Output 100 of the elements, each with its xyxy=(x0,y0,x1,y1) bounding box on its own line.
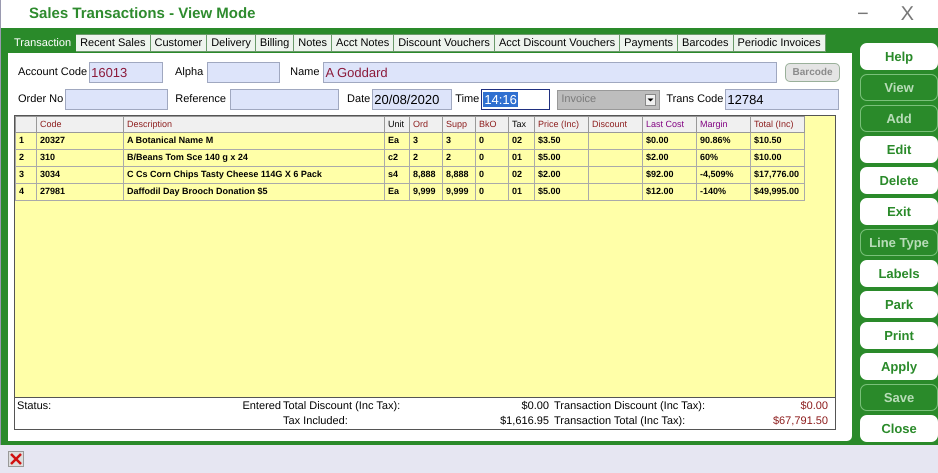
table-cell: 9,999 xyxy=(410,184,442,200)
side-button[interactable]: Exit xyxy=(860,198,938,225)
order-no-field[interactable] xyxy=(65,89,168,110)
table-cell: A Botanical Name M xyxy=(124,132,384,150)
tab[interactable]: Billing xyxy=(256,34,294,52)
table-cell: $10.50 xyxy=(750,132,804,150)
side-button[interactable]: Delete xyxy=(860,167,938,194)
table-cell: Ea xyxy=(384,132,410,150)
side-button[interactable]: Labels xyxy=(860,260,938,287)
table-cell: 0 xyxy=(476,132,508,150)
transaction-discount-value: $0.00 xyxy=(799,399,828,414)
date-field[interactable]: 20/08/2020 xyxy=(372,89,452,110)
tab[interactable]: Periodic Invoices xyxy=(734,34,826,52)
tab[interactable]: Barcodes xyxy=(678,34,734,52)
table-cell: 90.86% xyxy=(696,132,750,150)
column-header[interactable]: Code xyxy=(40,118,62,129)
table-cell: $2.00 xyxy=(642,150,696,166)
table-cell: 3034 xyxy=(36,166,124,184)
tab[interactable]: Payments xyxy=(620,34,678,52)
field-label: Account Code xyxy=(18,65,88,80)
table-cell: 02 xyxy=(508,166,534,184)
window-title: Sales Transactions - View Mode xyxy=(29,4,256,24)
table-cell: 2 xyxy=(16,150,36,166)
table-cell: C Cs Corn Chips Tasty Cheese 114G X 6 Pack xyxy=(124,166,384,184)
table-cell: 27981 xyxy=(36,184,124,200)
table-cell: 02 xyxy=(508,132,534,150)
table-cell: 20327 xyxy=(36,132,124,150)
table-cell: Ea xyxy=(384,184,410,200)
table-cell: $92.00 xyxy=(642,166,696,184)
tab[interactable]: Discount Vouchers xyxy=(394,34,495,52)
table-cell: 01 xyxy=(508,150,534,166)
side-button[interactable]: Print xyxy=(860,322,938,349)
table-cell: 8,888 xyxy=(442,166,476,184)
table-cell: 310 xyxy=(36,150,124,166)
minimize-button[interactable]: − xyxy=(856,4,869,24)
tab[interactable]: Customer xyxy=(150,34,208,52)
table-cell: 0 xyxy=(476,166,508,184)
table-cell: 0 xyxy=(476,184,508,200)
field-label: Date xyxy=(347,92,370,108)
alpha-field[interactable] xyxy=(207,62,280,83)
tab[interactable]: Acct Discount Vouchers xyxy=(494,34,620,52)
name-field[interactable]: A Goddard xyxy=(323,62,778,83)
status-label: Status: xyxy=(17,399,52,414)
table-cell: $10.00 xyxy=(750,150,804,166)
table-cell: 60% xyxy=(696,150,750,166)
table-cell: 2 xyxy=(442,150,476,166)
table-cell: B/Beans Tom Sce 140 g x 24 xyxy=(124,150,384,166)
table-cell: 3 xyxy=(442,132,476,150)
side-button[interactable]: Help xyxy=(860,43,938,70)
side-button[interactable]: Apply xyxy=(860,353,938,380)
side-button[interactable]: Edit xyxy=(860,136,938,163)
table-cell: s4 xyxy=(384,166,410,184)
tab[interactable]: Notes xyxy=(294,34,332,52)
table-cell: $2.00 xyxy=(534,166,588,184)
tab[interactable]: Delivery xyxy=(207,34,256,52)
status-value: Entered xyxy=(241,399,282,414)
transaction-total-label: Transaction Total (Inc Tax): xyxy=(553,414,686,429)
field-label: Reference xyxy=(175,92,226,108)
table-cell: $5.00 xyxy=(534,184,588,200)
table-cell: 3 xyxy=(410,132,442,150)
table-cell: Daffodil Day Brooch Donation $5 xyxy=(124,184,384,200)
table-cell: 01 xyxy=(508,184,534,200)
table-cell: 8,888 xyxy=(410,166,442,184)
table-cell: 2 xyxy=(410,150,442,166)
field-label: Order No xyxy=(18,92,64,108)
time-field[interactable]: 14:16 xyxy=(481,89,550,110)
side-button[interactable]: Close xyxy=(860,415,938,442)
table-cell: $5.00 xyxy=(534,150,588,166)
transaction-discount-label: Transaction Discount (Inc Tax): xyxy=(553,399,706,414)
total-discount-label: Total Discount (Inc Tax): xyxy=(283,399,402,414)
transaction-total-value: $67,791.50 xyxy=(772,414,828,429)
tax-included-value: $1,616.95 xyxy=(499,414,550,429)
total-discount-value: $0.00 xyxy=(520,399,550,414)
side-button[interactable]: Park xyxy=(860,291,938,318)
table-cell: 4 xyxy=(16,184,36,200)
column-header[interactable]: Description xyxy=(127,118,172,129)
field-label: Name xyxy=(290,65,320,80)
reference-field[interactable] xyxy=(230,89,340,110)
field-label: Trans Code xyxy=(666,92,724,108)
table-cell: c2 xyxy=(384,150,410,166)
table-cell: 9,999 xyxy=(442,184,476,200)
table-cell: 3 xyxy=(16,166,36,184)
table-cell: 1 xyxy=(16,132,36,150)
table-cell: $17,776.00 xyxy=(750,166,804,184)
error-x-icon[interactable] xyxy=(8,451,24,467)
table-cell: -140% xyxy=(696,184,750,200)
tab[interactable]: Acct Notes xyxy=(332,34,394,52)
table-cell: $3.50 xyxy=(534,132,588,150)
table-cell: $12.00 xyxy=(642,184,696,200)
field-label: Time xyxy=(455,92,480,108)
account-code-field[interactable]: 16013 xyxy=(89,62,164,83)
table-cell: $0.00 xyxy=(642,132,696,150)
tax-included-label: Tax Included: xyxy=(283,414,349,429)
table-cell: $49,995.00 xyxy=(750,184,804,200)
table-cell: 0 xyxy=(476,150,508,166)
caret-icon xyxy=(645,94,656,106)
tab[interactable]: Recent Sales xyxy=(76,34,150,52)
trans-code-field[interactable]: 12784 xyxy=(725,89,840,110)
field-label: Alpha xyxy=(175,65,204,80)
window-close-button[interactable]: X xyxy=(900,4,914,24)
